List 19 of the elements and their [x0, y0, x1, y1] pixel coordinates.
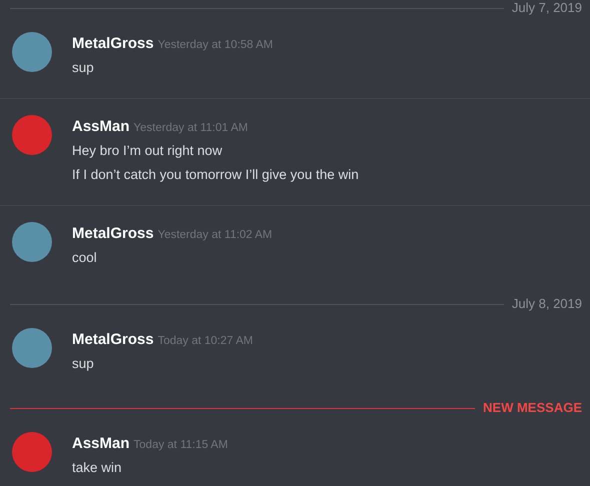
username: MetalGross: [72, 35, 154, 52]
message-text: take win: [72, 459, 123, 477]
timestamp: Yesterday at 11:01 AM: [134, 122, 248, 134]
timestamp: Today at 11:15 AM: [134, 439, 228, 451]
username: AssMan: [72, 118, 130, 135]
timestamp: Yesterday at 11:02 AM: [158, 229, 272, 241]
message-text: cool: [72, 249, 98, 267]
timestamp: Yesterday at 10:58 AM: [158, 39, 273, 51]
timestamp: Today at 10:27 AM: [158, 335, 253, 347]
message-text: If I don’t catch you tomorrow I’ll give you the win: [72, 166, 359, 184]
date-label: July 8, 2019: [512, 295, 582, 314]
date-label: July 7, 2019: [512, 0, 582, 18]
username: MetalGross: [72, 225, 154, 242]
message-text: sup: [72, 59, 95, 77]
username: AssMan: [72, 435, 130, 452]
message-text: sup: [72, 355, 95, 373]
new-messages-label: NEW MESSAGE: [483, 399, 582, 418]
message-text: Hey bro I’m out right now: [72, 142, 224, 160]
username: MetalGross: [72, 331, 154, 348]
